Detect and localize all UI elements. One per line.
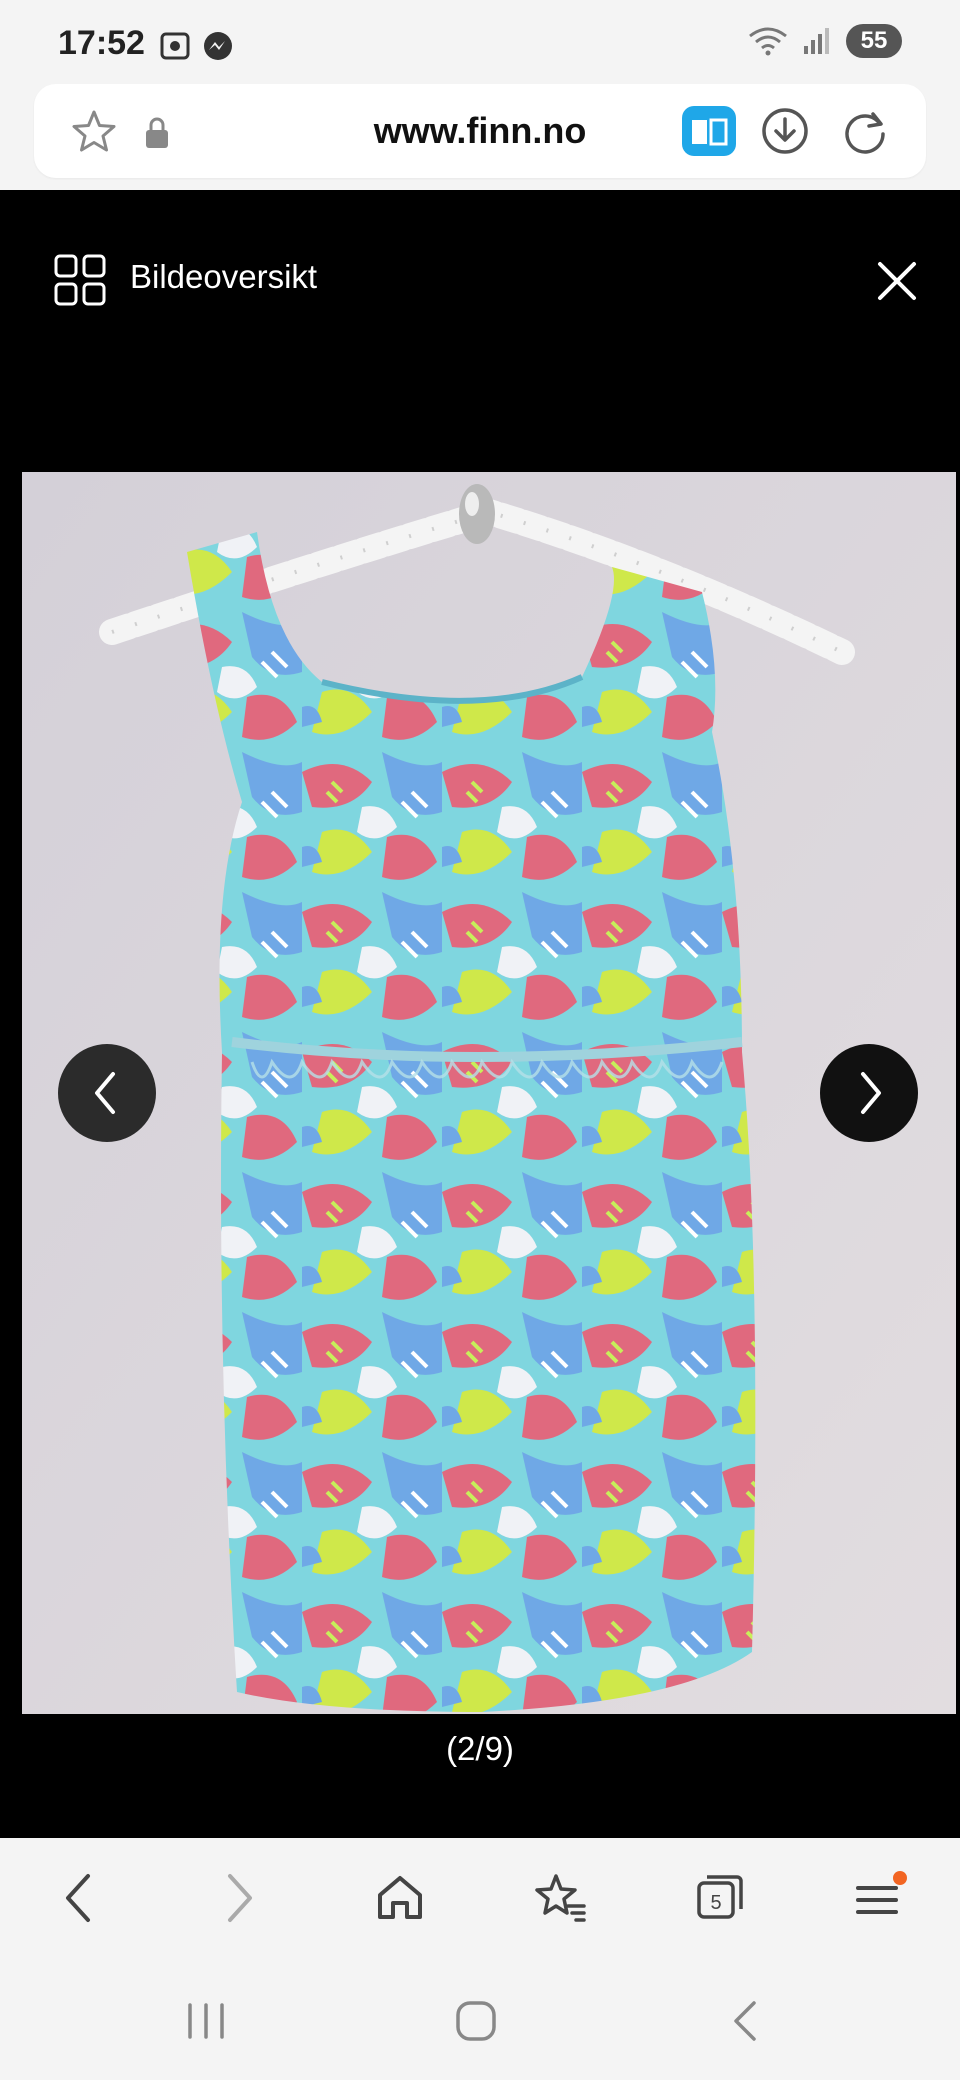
back-button[interactable] [48,1868,108,1928]
image-overview-button[interactable]: Bildeoversikt [130,258,317,296]
chevron-left-icon [95,1072,115,1114]
battery-indicator: 55 [846,24,902,58]
wifi-icon [749,27,787,56]
back-arrow-icon [66,1874,90,1922]
recent-apps-icon [188,2003,224,2039]
messenger-icon [204,32,232,60]
previous-image-button[interactable] [58,1044,156,1142]
forward-arrow-icon [228,1874,252,1922]
chevron-right-icon [861,1072,881,1114]
status-time: 17:52 [58,24,145,62]
bookmarks-button[interactable] [530,1868,590,1928]
bookmarks-star-icon [535,1874,586,1922]
system-home-button[interactable] [446,1996,506,2046]
menu-icon [856,1871,907,1914]
status-bar: 17:52 55 [0,0,960,86]
reload-icon[interactable] [840,106,890,156]
status-system-icons: 55 [748,24,902,58]
tab-count: 5 [710,1892,721,1914]
forward-button[interactable] [210,1868,270,1928]
next-image-button[interactable] [820,1044,918,1142]
system-back-icon [734,2001,756,2041]
download-icon[interactable] [760,106,810,156]
dress-image [22,472,956,1714]
dress [187,532,756,1712]
system-back-button[interactable] [716,1996,776,2046]
status-notification-icons [158,28,238,69]
signal-icon [804,28,829,54]
grid-overview-icon[interactable] [54,254,106,306]
address-bar[interactable]: www.finn.no [34,84,926,178]
notification-dot [893,1871,907,1885]
image-gallery: Bildeoversikt (2/9) [0,190,960,1838]
home-icon [378,1876,422,1919]
tabs-button[interactable]: 5 [690,1868,750,1928]
screenshot-icon [160,32,190,60]
tabs-icon: 5 [697,1875,743,1919]
system-home-icon [456,2001,496,2041]
browser-toolbar: 5 [0,1838,960,1960]
close-icon[interactable] [876,260,918,302]
product-photo [22,472,956,1714]
image-counter: (2/9) [446,1730,514,1767]
reader-mode-icon[interactable] [682,106,736,156]
home-button[interactable] [370,1868,430,1928]
menu-button[interactable] [850,1868,910,1928]
recent-apps-button[interactable] [176,1996,236,2046]
system-navigation-bar [0,1960,960,2080]
